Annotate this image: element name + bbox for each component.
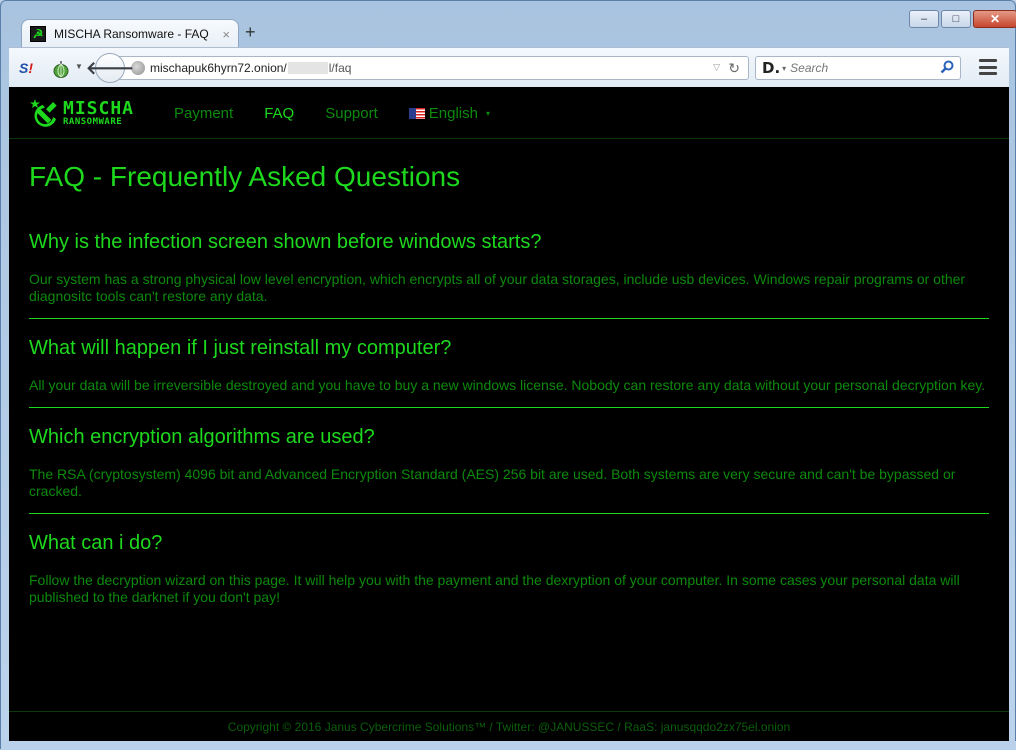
reload-icon[interactable]: ↻ (728, 60, 740, 77)
tor-onion-icon[interactable] (53, 60, 69, 78)
faq-item: What will happen if I just reinstall my … (29, 337, 989, 408)
main-content: FAQ - Frequently Asked Questions Why is … (9, 161, 1009, 619)
logo-subtitle: RANSOMWARE (63, 116, 123, 127)
hammer-sickle-icon (30, 99, 57, 127)
faq-question: What can i do? (29, 532, 163, 554)
site-navbar: MISCHA RANSOMWARE Payment FAQ Support En… (9, 87, 1009, 139)
back-button[interactable]: 🡐 (86, 53, 134, 83)
faq-item: Why is the infection screen shown before… (29, 231, 989, 319)
search-engine-dropdown-icon[interactable]: ▾ (782, 64, 786, 73)
s-addon-bang: ! (28, 60, 34, 76)
minimize-button[interactable]: – (909, 10, 939, 28)
faq-question: Which encryption algorithms are used? (29, 426, 375, 448)
tab-strip: ☭ MISCHA Ransomware - FAQ × + (9, 15, 1009, 48)
site-nav-links: Payment FAQ Support English ▾ (174, 87, 521, 139)
close-window-button[interactable]: ✕ (973, 10, 1016, 28)
url-redacted-segment (287, 62, 328, 74)
tab-title: MISCHA Ransomware - FAQ (54, 27, 209, 41)
back-arrow-icon: 🡐 (85, 57, 135, 78)
close-tab-icon[interactable]: × (222, 27, 230, 42)
url-path: l/faq (328, 61, 352, 75)
language-label: English (428, 104, 478, 122)
maximize-icon: □ (952, 13, 960, 25)
url-host: mischapuk6hyrn72.onion/ (150, 61, 287, 75)
mischa-logo[interactable]: MISCHA RANSOMWARE (29, 97, 134, 129)
search-icon[interactable] (940, 60, 954, 77)
page-viewport: MISCHA RANSOMWARE Payment FAQ Support En… (9, 87, 1009, 741)
tor-menu-dropdown-icon[interactable]: ▼ (75, 62, 83, 71)
hamburger-menu-icon[interactable] (979, 59, 997, 75)
faq-answer: The RSA (cryptosystem) 4096 bit and Adva… (29, 466, 956, 499)
nav-link-support[interactable]: Support (325, 105, 378, 122)
s-addon-icon[interactable]: S! (19, 60, 33, 76)
language-dropdown[interactable]: English ▾ (408, 104, 490, 122)
site-footer: Copyright © 2016 Janus Cybercrime Soluti… (9, 711, 1009, 741)
caret-down-icon: ▾ (485, 109, 490, 119)
faq-question: What will happen if I just reinstall my … (29, 337, 452, 359)
search-input[interactable]: Search (790, 61, 940, 75)
hammer-sickle-icon: ☭ (30, 26, 46, 42)
browser-tab-active[interactable]: ☭ MISCHA Ransomware - FAQ × (21, 19, 239, 48)
us-flag-icon (408, 108, 425, 120)
faq-item: What can i do? Follow the decryption wiz… (29, 532, 989, 619)
search-engine-logo-icon[interactable]: D. (762, 59, 780, 77)
url-history-dropdown-icon[interactable]: ▽ (713, 62, 720, 73)
logo-title: MISCHA (63, 97, 135, 119)
minimize-icon: – (920, 13, 928, 25)
faq-answer: Follow the decryption wizard on this pag… (29, 572, 960, 605)
page-title: FAQ - Frequently Asked Questions (29, 161, 461, 192)
faq-list: Why is the infection screen shown before… (29, 231, 989, 619)
url-bar[interactable]: mischapuk6hyrn72.onion/ l/faq ▽ ↻ (114, 56, 749, 80)
nav-link-faq[interactable]: FAQ (264, 105, 294, 122)
close-icon: ✕ (989, 12, 1001, 26)
nav-link-payment[interactable]: Payment (174, 105, 233, 122)
browser-window: ☭ MISCHA Ransomware - FAQ × + – □ ✕ S! ▼… (0, 0, 1016, 750)
faq-answer: All your data will be irreversible destr… (29, 377, 986, 393)
maximize-button[interactable]: □ (941, 10, 971, 28)
window-controls: – □ ✕ (909, 10, 1016, 28)
faq-item: Which encryption algorithms are used? Th… (29, 426, 989, 514)
search-bar[interactable]: D. ▾ Search (755, 56, 961, 80)
faq-answer: Our system has a strong physical low lev… (29, 271, 966, 304)
faq-question: Why is the infection screen shown before… (29, 231, 542, 253)
s-addon-letter: S (19, 60, 29, 76)
browser-toolbar: S! ▼ 🡐 mischapuk6hyrn72.onion/ l/faq ▽ ↻… (9, 47, 1009, 87)
new-tab-button[interactable]: + (245, 23, 256, 41)
